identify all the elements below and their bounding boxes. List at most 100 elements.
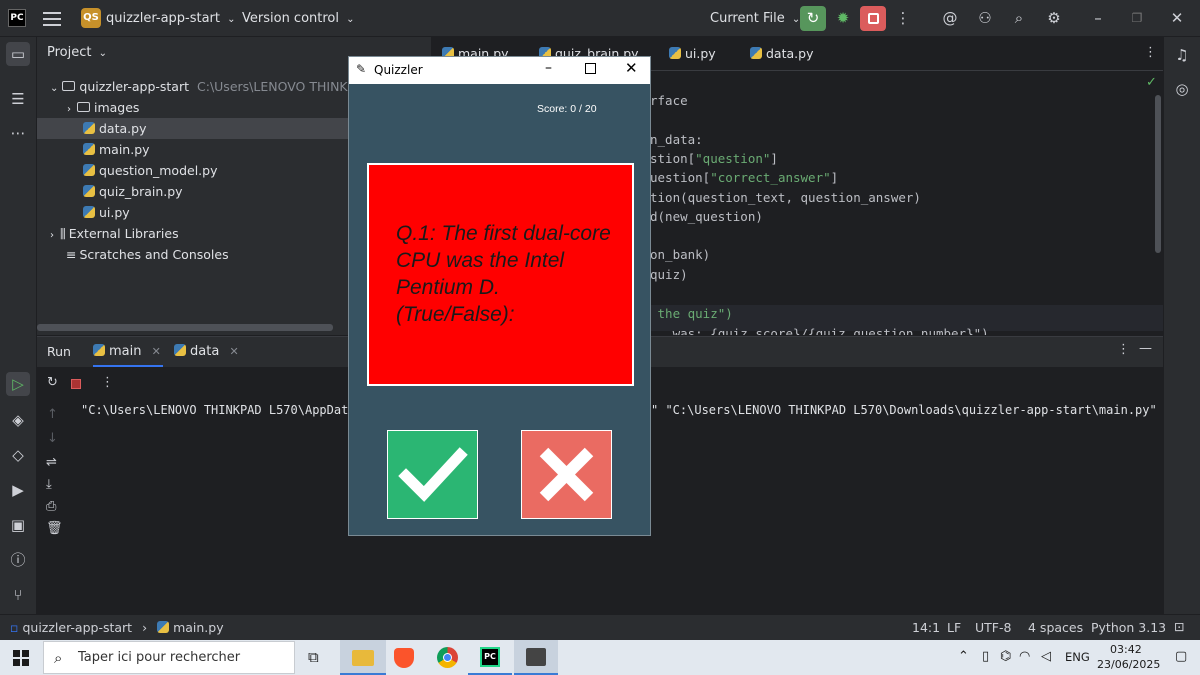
language-indicator[interactable]: ENG bbox=[1065, 650, 1090, 664]
interpreter[interactable]: Python 3.13 bbox=[1091, 620, 1166, 635]
trash-icon[interactable]: 🗑 bbox=[46, 521, 63, 536]
soft-wrap-icon[interactable]: ⇌ bbox=[46, 455, 57, 470]
editor-scrollbar[interactable] bbox=[1155, 95, 1161, 253]
run-tab-data[interactable]: data ✕ bbox=[174, 337, 239, 367]
more-actions-icon[interactable]: ⋮ bbox=[890, 6, 916, 31]
line-ending[interactable]: LF bbox=[947, 620, 961, 635]
breadcrumb-file[interactable]: main.py bbox=[173, 620, 224, 635]
clock-time[interactable]: 03:42 bbox=[1110, 643, 1142, 656]
network-icon[interactable]: ⌬ bbox=[1000, 649, 1011, 664]
minimize-icon[interactable]: – bbox=[1085, 6, 1111, 31]
tree-item-scratches[interactable]: ≡ Scratches and Consoles bbox=[66, 244, 229, 265]
notification-center-icon[interactable]: ▢ bbox=[1175, 649, 1187, 664]
ai-chat-icon[interactable]: ◎ bbox=[1170, 77, 1194, 101]
tab-overflow-menu-icon[interactable]: ⋮ bbox=[1144, 45, 1157, 60]
tree-item-label: main.py bbox=[99, 142, 150, 157]
debug-icon[interactable]: ✹ bbox=[830, 6, 856, 31]
code-line: stion["question"] bbox=[650, 151, 778, 166]
tree-item-quiz-brain-py[interactable]: quiz_brain.py bbox=[83, 181, 183, 202]
true-button[interactable] bbox=[387, 430, 478, 519]
python-file-icon bbox=[83, 164, 95, 176]
horizontal-scrollbar[interactable] bbox=[37, 324, 333, 331]
run-tool-icon[interactable]: ▷ bbox=[6, 372, 30, 396]
chevron-down-icon: ⌄ bbox=[346, 14, 355, 25]
run-options-icon[interactable]: ⋮ bbox=[1117, 342, 1130, 357]
add-user-icon[interactable]: ⚇ bbox=[972, 6, 998, 31]
left-tool-strip: ▭ ☰ ⋯ ▷ ◈ ◇ ▶ ▣ ⓘ ⑂ bbox=[0, 37, 37, 614]
chrome-icon[interactable] bbox=[437, 647, 458, 668]
stop-icon[interactable] bbox=[860, 6, 886, 31]
python-file-icon bbox=[669, 47, 681, 59]
settings-gear-icon[interactable]: ⚙ bbox=[1041, 6, 1067, 31]
search-icon[interactable]: ⌕ bbox=[1006, 6, 1032, 31]
notifications-icon[interactable]: ♫ bbox=[1170, 43, 1194, 67]
pycharm-logo-icon[interactable]: PC bbox=[8, 9, 26, 27]
print-icon[interactable]: ⎙ bbox=[46, 499, 56, 514]
scroll-up-icon[interactable]: ↑ bbox=[47, 407, 58, 422]
tree-item-main-py[interactable]: main.py bbox=[83, 139, 150, 160]
python-console-icon[interactable]: ◇ bbox=[6, 443, 30, 467]
minimize-icon[interactable]: – bbox=[545, 60, 552, 76]
pycharm-taskbar-icon[interactable]: PC bbox=[468, 640, 512, 675]
battery-icon: ▯ bbox=[982, 649, 990, 664]
file-explorer-icon[interactable] bbox=[340, 640, 386, 675]
volume-icon[interactable]: ◁ bbox=[1041, 649, 1051, 664]
project-panel-header[interactable]: Project ⌄ bbox=[47, 45, 107, 60]
run-config-selector[interactable]: Current File ⌄ bbox=[710, 0, 800, 37]
close-icon[interactable]: ✕ bbox=[1164, 6, 1190, 31]
problems-icon[interactable]: ⓘ bbox=[6, 548, 30, 572]
version-control-menu[interactable]: Version control ⌄ bbox=[242, 0, 355, 37]
task-view-icon[interactable]: ⧉ bbox=[308, 648, 319, 666]
project-folder-icon[interactable]: ▭ bbox=[6, 42, 30, 66]
restore-icon[interactable]: ❐ bbox=[1124, 6, 1150, 31]
breadcrumb-project[interactable]: quizzler-app-start bbox=[22, 620, 132, 635]
terminal-icon[interactable]: ▣ bbox=[6, 513, 30, 537]
python-file-icon bbox=[157, 621, 170, 633]
run-more-icon[interactable]: ⋮ bbox=[101, 375, 114, 390]
wifi-icon[interactable]: ◠ bbox=[1019, 649, 1030, 664]
code-text: ] bbox=[770, 151, 778, 166]
project-switcher[interactable]: quizzler-app-start ⌄ bbox=[106, 0, 236, 37]
git-icon[interactable]: ⑂ bbox=[6, 583, 30, 607]
windows-start-icon[interactable] bbox=[13, 650, 29, 666]
taskbar-search-box[interactable]: ⌕ Taper ici pour rechercher bbox=[43, 641, 295, 674]
tree-root[interactable]: ⌄ quizzler-app-start C:\Users\LENOVO THIN… bbox=[50, 76, 373, 97]
hide-panel-icon[interactable]: — bbox=[1139, 341, 1152, 356]
main-menu-icon[interactable] bbox=[43, 10, 61, 26]
run-tab-main[interactable]: main ✕ bbox=[93, 337, 163, 367]
rerun-icon[interactable]: ↻ bbox=[47, 375, 58, 390]
close-tab-icon[interactable]: ✕ bbox=[152, 345, 161, 358]
python-window-taskbar-icon[interactable] bbox=[514, 640, 558, 675]
rerun-icon[interactable]: ↻ bbox=[800, 6, 826, 31]
scratches-icon: ≡ bbox=[66, 247, 77, 262]
maximize-icon[interactable] bbox=[585, 63, 596, 74]
tree-item-ui-py[interactable]: ui.py bbox=[83, 202, 130, 223]
tab-data-py[interactable]: data.py bbox=[750, 37, 813, 71]
project-badge[interactable]: QS bbox=[81, 8, 101, 28]
python-packages-icon[interactable]: ◈ bbox=[6, 408, 30, 432]
file-encoding[interactable]: UTF-8 bbox=[975, 620, 1011, 635]
scroll-down-icon[interactable]: ↓ bbox=[47, 431, 58, 446]
false-button[interactable] bbox=[521, 430, 612, 519]
brave-browser-icon[interactable] bbox=[394, 648, 414, 668]
services-icon[interactable]: ▶ bbox=[6, 478, 30, 502]
stop-run-icon[interactable] bbox=[71, 379, 81, 389]
lock-icon[interactable]: ⊡ bbox=[1174, 619, 1184, 634]
clock-date[interactable]: 23/06/2025 bbox=[1097, 658, 1160, 671]
caret-position[interactable]: 14:1 bbox=[912, 620, 940, 635]
scroll-to-end-icon[interactable]: ⤓ bbox=[46, 477, 52, 492]
indent-setting[interactable]: 4 spaces bbox=[1028, 620, 1083, 635]
more-tools-icon[interactable]: ⋯ bbox=[6, 121, 30, 145]
tree-item-question-model-py[interactable]: question_model.py bbox=[83, 160, 217, 181]
python-file-icon bbox=[83, 143, 95, 155]
close-icon[interactable]: ✕ bbox=[625, 59, 638, 77]
python-file-icon bbox=[93, 344, 105, 356]
tree-item-external-libraries[interactable]: › ⫼ External Libraries bbox=[50, 223, 179, 244]
close-tab-icon[interactable]: ✕ bbox=[229, 345, 238, 358]
ai-assistant-icon[interactable]: @ bbox=[937, 6, 963, 31]
structure-icon[interactable]: ☰ bbox=[6, 87, 30, 111]
tree-item-images[interactable]: › images bbox=[67, 97, 139, 118]
tab-ui-py[interactable]: ui.py bbox=[669, 37, 716, 71]
tray-overflow-icon[interactable]: ⌃ bbox=[958, 649, 969, 664]
code-line: on_bank) bbox=[650, 247, 711, 262]
